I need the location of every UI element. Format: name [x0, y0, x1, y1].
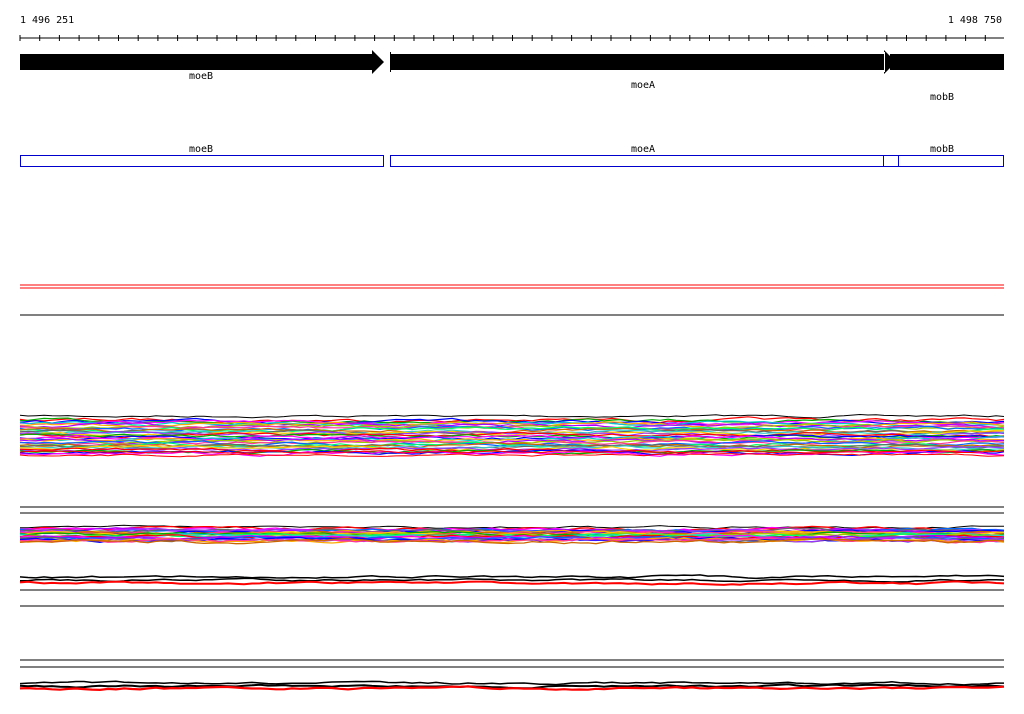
- sample-trace: [19, 413, 1005, 419]
- annotation-label-moeA: moeA: [631, 144, 655, 155]
- paired-signal-track-d: [19, 680, 1005, 692]
- annotation-box-moeA[interactable]: [390, 155, 884, 167]
- coordinate-ruler: 1 496 251 1 498 750: [19, 15, 1004, 41]
- gene-label-moeB: moeB: [189, 71, 213, 82]
- sample-trace: [19, 453, 1005, 458]
- annotation-label-mobB: mobB: [930, 144, 954, 155]
- track-separators: [20, 605, 1004, 668]
- paired-signal-track-c: [19, 574, 1005, 591]
- track-separators: [20, 506, 1004, 514]
- annotation-track: moeB moeA mobB: [20, 144, 1004, 167]
- gene-label-mobB: mobB: [930, 92, 954, 103]
- signal-trace-black: [20, 577, 1005, 583]
- gene-track: moeB moeA mobB: [20, 50, 1004, 103]
- ruler-start-label: 1 496 251: [20, 15, 74, 26]
- annotation-label-moeB: moeB: [189, 144, 213, 155]
- signal-trace-black: [19, 574, 1005, 580]
- gene-label-moeA: moeA: [631, 80, 655, 91]
- gene-arrow-moeA[interactable]: [391, 50, 896, 74]
- multi-sample-track-b: [19, 524, 1005, 545]
- signal-trace-red: [19, 580, 1005, 586]
- annotation-box-moeB[interactable]: [20, 155, 384, 167]
- ruler-end-label: 1 498 750: [948, 15, 1002, 26]
- gene-arrow-mobB[interactable]: [890, 54, 1004, 70]
- genome-browser-view: 1 496 251 1 498 750 moeB moeA mobB moeB …: [19, 15, 1005, 692]
- multi-sample-track-a: [19, 413, 1005, 458]
- annotation-box-small[interactable]: [883, 155, 899, 167]
- annotation-box-mobB[interactable]: [898, 155, 1004, 167]
- signal-track-1: [20, 284, 1004, 316]
- signal-trace-black: [19, 680, 1004, 686]
